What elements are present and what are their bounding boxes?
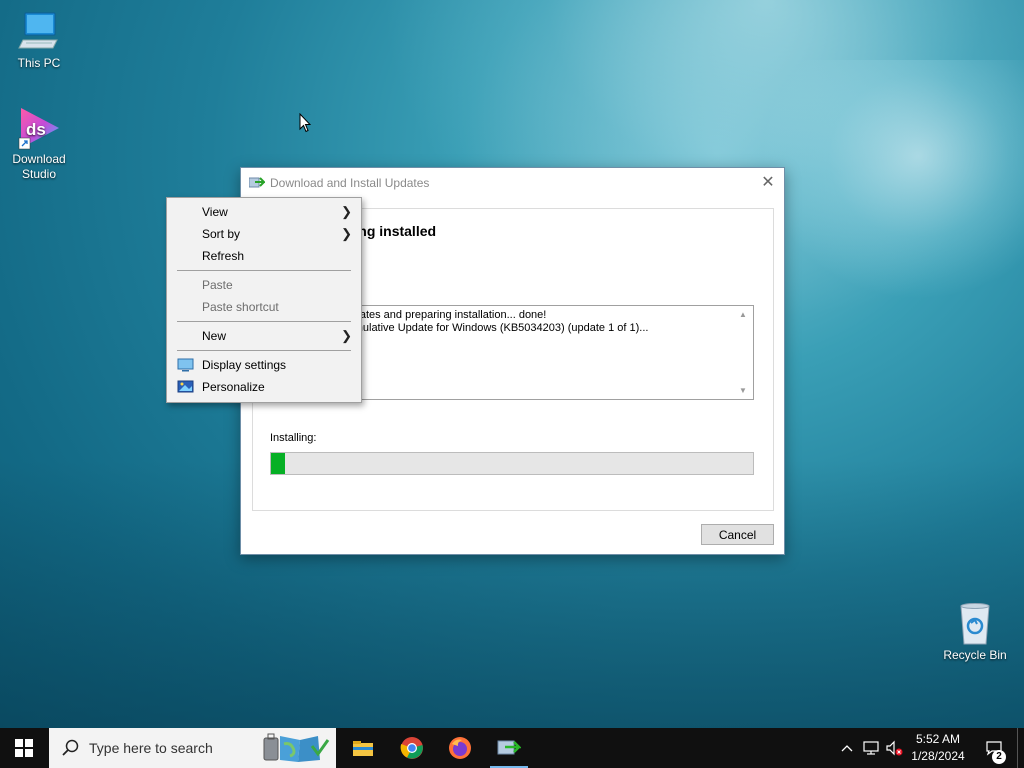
taskbar: Type here to search 5:52 AM 1/28/2024 2 <box>0 728 1024 768</box>
desktop-icon-label: Recycle Bin <box>943 648 1007 662</box>
menu-item-label: Paste <box>202 278 233 292</box>
close-button[interactable]: ✕ <box>752 168 784 196</box>
show-hidden-icons-button[interactable] <box>838 728 856 768</box>
notification-count-badge: 2 <box>992 750 1006 764</box>
search-highlight-travel-icon <box>263 733 330 762</box>
chevron-up-icon <box>841 745 853 752</box>
desktop-icon-label: This PC <box>17 56 61 70</box>
menu-item-label: Paste shortcut <box>202 300 279 314</box>
scroll-up-icon[interactable]: ▲ <box>739 308 747 321</box>
volume-button[interactable] <box>884 728 904 768</box>
menu-item-display-settings[interactable]: Display settings <box>168 354 360 376</box>
menu-item-label: Display settings <box>202 358 287 372</box>
monitor-icon <box>177 358 194 372</box>
taskbar-clock[interactable]: 5:52 AM 1/28/2024 <box>906 731 970 765</box>
taskbar-firefox[interactable] <box>437 728 483 768</box>
computer-icon <box>17 10 61 54</box>
chevron-right-icon: ❯ <box>341 226 352 241</box>
svg-text:ds: ds <box>26 120 46 139</box>
progress-fill <box>271 453 286 474</box>
wallpaper-wave <box>760 60 1024 300</box>
menu-item-refresh[interactable]: Refresh <box>168 245 360 267</box>
menu-item-label: Sort by <box>202 227 241 241</box>
mouse-cursor <box>299 113 311 133</box>
taskbar-chrome[interactable] <box>389 728 435 768</box>
menu-item-label: View <box>202 205 228 219</box>
download-studio-icon: ds <box>17 106 61 150</box>
start-button[interactable] <box>0 728 48 768</box>
menu-item-paste: Paste <box>168 274 360 296</box>
network-button[interactable] <box>861 728 881 768</box>
volume-muted-icon <box>886 740 903 756</box>
menu-item-label: New <box>202 329 227 343</box>
installing-label: Installing: <box>270 432 317 444</box>
show-desktop-button[interactable] <box>1017 728 1018 768</box>
scroll-down-icon[interactable]: ▼ <box>739 384 747 397</box>
menu-item-paste-shortcut: Paste shortcut <box>168 296 360 318</box>
personalize-icon <box>177 380 194 393</box>
search-placeholder: Type here to search <box>89 740 213 756</box>
menu-item-label: Personalize <box>202 380 265 394</box>
firefox-icon <box>449 737 471 759</box>
chevron-right-icon: ❯ <box>341 328 352 343</box>
chrome-icon <box>400 737 423 759</box>
update-installer-icon <box>497 740 521 755</box>
file-explorer-icon <box>353 741 373 756</box>
taskbar-file-explorer[interactable] <box>340 728 386 768</box>
recycle-bin-icon <box>953 602 997 646</box>
dialog-title: Download and Install Updates <box>270 176 430 190</box>
menu-separator <box>177 350 351 351</box>
menu-item-label: Refresh <box>202 249 245 263</box>
menu-separator <box>177 321 351 322</box>
clock-time: 5:52 AM <box>915 732 961 746</box>
menu-item-view[interactable]: View ❯ <box>168 201 360 223</box>
search-icon <box>62 739 79 756</box>
menu-item-new[interactable]: New ❯ <box>168 325 360 347</box>
network-icon <box>863 741 879 755</box>
desktop-context-menu: View ❯ Sort by ❯ Refresh Paste Paste sho… <box>166 197 362 403</box>
windows-logo-icon <box>15 739 33 757</box>
desktop-icon-label: Download Studio <box>12 152 66 181</box>
install-progress-bar <box>270 452 754 475</box>
desktop-icon-recycle-bin[interactable]: Recycle Bin <box>937 602 1013 663</box>
close-icon: ✕ <box>761 174 775 191</box>
menu-separator <box>177 270 351 271</box>
taskbar-search-box[interactable]: Type here to search <box>49 728 336 768</box>
desktop-icon-download-studio[interactable]: ds Download Studio <box>1 106 77 182</box>
update-app-icon <box>249 177 265 188</box>
log-scrollbar[interactable]: ▲ ▼ <box>737 306 753 399</box>
menu-item-personalize[interactable]: Personalize <box>168 376 360 398</box>
clock-date: 1/28/2024 <box>911 749 965 763</box>
menu-item-sort-by[interactable]: Sort by ❯ <box>168 223 360 245</box>
taskbar-update-installer[interactable] <box>486 728 532 768</box>
chevron-right-icon: ❯ <box>341 204 352 219</box>
desktop-icon-this-pc[interactable]: This PC <box>1 10 77 71</box>
dialog-titlebar[interactable]: Download and Install Updates <box>241 168 784 198</box>
cancel-button[interactable]: Cancel <box>701 524 774 545</box>
